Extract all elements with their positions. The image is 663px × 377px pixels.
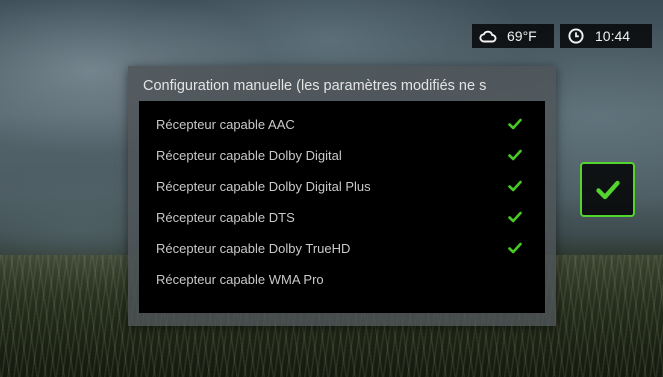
list-item-dts[interactable]: Récepteur capable DTS <box>139 202 545 233</box>
list-item-label: Récepteur capable AAC <box>156 117 295 132</box>
list-item-dolby-truehd[interactable]: Récepteur capable Dolby TrueHD <box>139 233 545 264</box>
list-item-label: Récepteur capable Dolby Digital <box>156 148 342 163</box>
time-text: 10:44 <box>595 28 631 44</box>
check-icon <box>508 118 522 130</box>
list-item-label: Récepteur capable DTS <box>156 210 295 225</box>
dialog-title: Configuration manuelle (les paramètres m… <box>143 78 487 94</box>
check-icon <box>508 149 522 161</box>
check-icon <box>508 211 522 223</box>
cloud-icon <box>479 27 497 45</box>
confirm-button[interactable] <box>580 162 635 217</box>
check-icon <box>508 242 522 254</box>
list-item-label: Récepteur capable WMA Pro <box>156 272 324 287</box>
list-item-label: Récepteur capable Dolby TrueHD <box>156 241 351 256</box>
clock-widget: 10:44 <box>560 24 652 48</box>
receiver-capability-list: Récepteur capable AAC Récepteur capable … <box>139 101 545 313</box>
temperature-text: 69°F <box>507 28 537 44</box>
weather-widget: 69°F <box>472 24 554 48</box>
list-item-wma-pro[interactable]: Récepteur capable WMA Pro <box>139 264 545 295</box>
list-item-dolby-digital-plus[interactable]: Récepteur capable Dolby Digital Plus <box>139 171 545 202</box>
check-icon <box>508 180 522 192</box>
checkmark-icon <box>596 179 620 201</box>
list-item-aac[interactable]: Récepteur capable AAC <box>139 109 545 140</box>
list-item-dolby-digital[interactable]: Récepteur capable Dolby Digital <box>139 140 545 171</box>
clock-icon <box>567 27 585 45</box>
list-item-label: Récepteur capable Dolby Digital Plus <box>156 179 371 194</box>
screen: 69°F 10:44 Configuration manuelle (les p… <box>0 0 663 377</box>
manual-config-dialog: Configuration manuelle (les paramètres m… <box>128 66 556 326</box>
